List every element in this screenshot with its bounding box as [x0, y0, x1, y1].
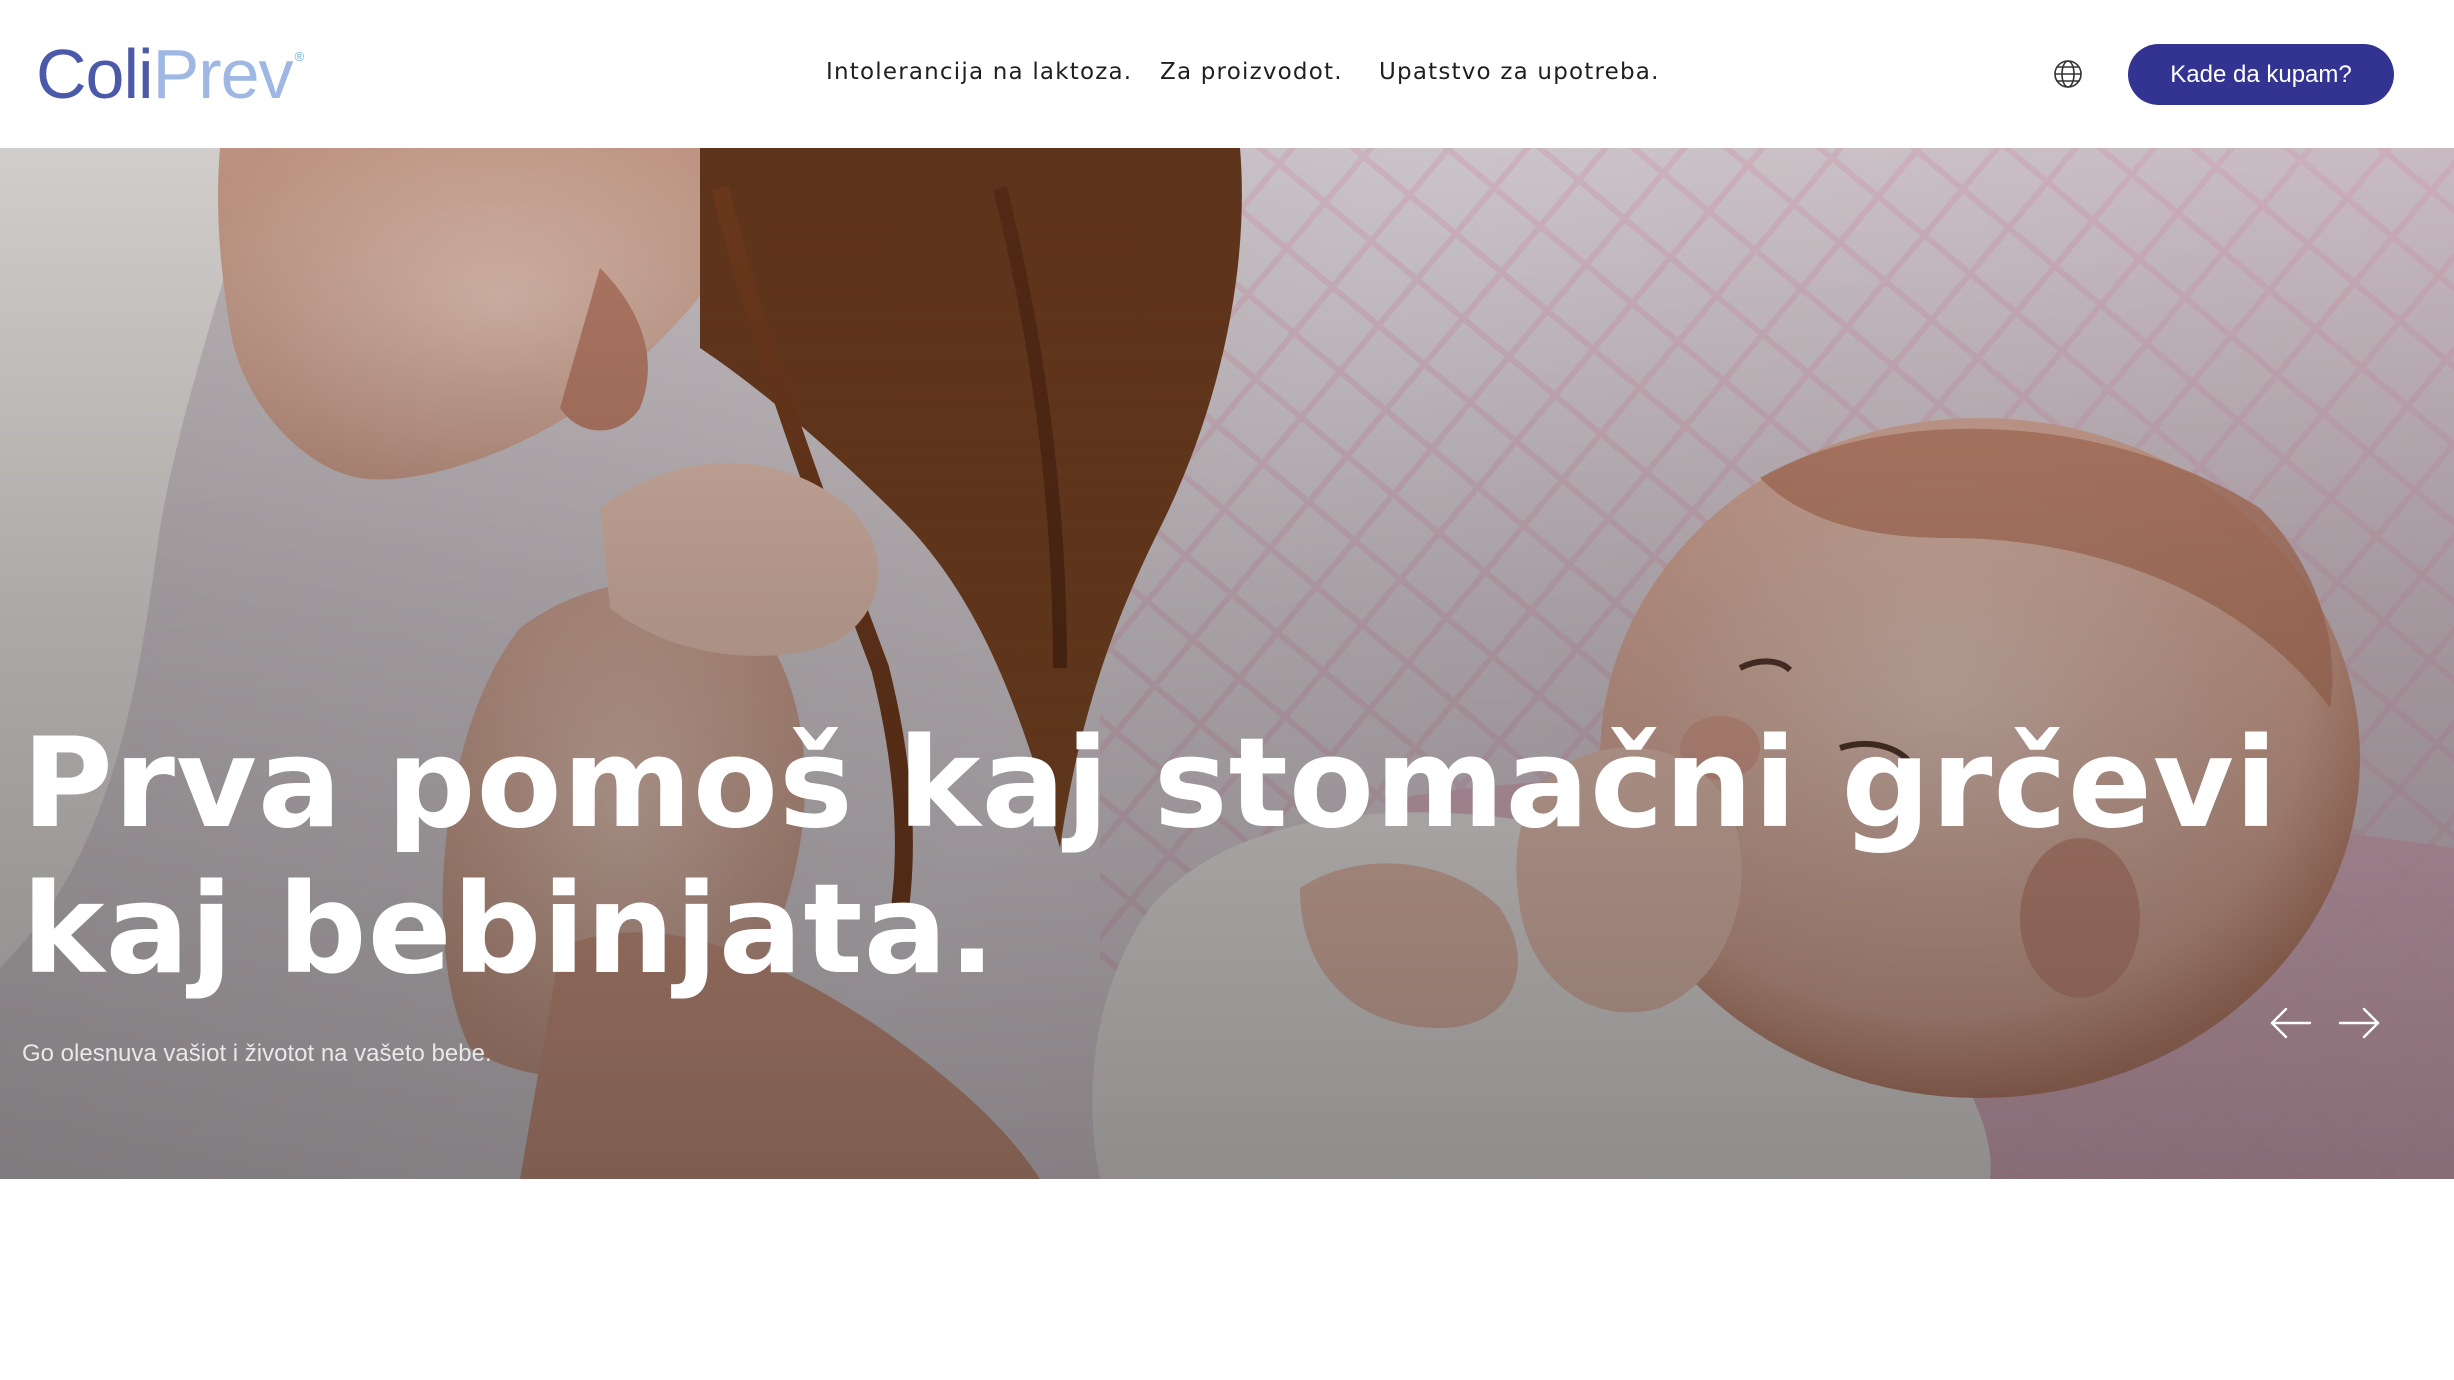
where-to-buy-button[interactable]: Kade da kupam? — [2128, 44, 2394, 105]
globe-icon[interactable] — [2052, 58, 2084, 90]
site-header: Coli Prev ® Intolerancija na laktoza. Za… — [0, 0, 2454, 148]
logo-text-coli: Coli — [36, 35, 154, 113]
arrow-right-icon[interactable] — [2336, 1003, 2384, 1043]
hero-overlay — [0, 148, 2454, 1179]
hero-banner: Prva pomoš kaj stomačni grčevi kaj bebin… — [0, 148, 2454, 1179]
arrow-left-icon[interactable] — [2266, 1003, 2314, 1043]
hero-title: Prva pomoš kaj stomačni grčevi kaj bebin… — [22, 712, 2279, 1002]
registered-mark: ® — [294, 49, 305, 64]
logo[interactable]: Coli Prev ® — [36, 35, 305, 113]
logo-text-prev: Prev — [152, 35, 294, 113]
hero-subtitle: Go olesnuva vašiot i životot na vašeto b… — [22, 1040, 492, 1067]
nav-item-lactose-intolerance[interactable]: Intolerancija na laktoza. — [826, 52, 1132, 92]
nav-item-instructions[interactable]: Upatstvo za upotreba. — [1379, 52, 1660, 92]
nav-item-about-product[interactable]: Za proizvodot. — [1160, 52, 1343, 92]
